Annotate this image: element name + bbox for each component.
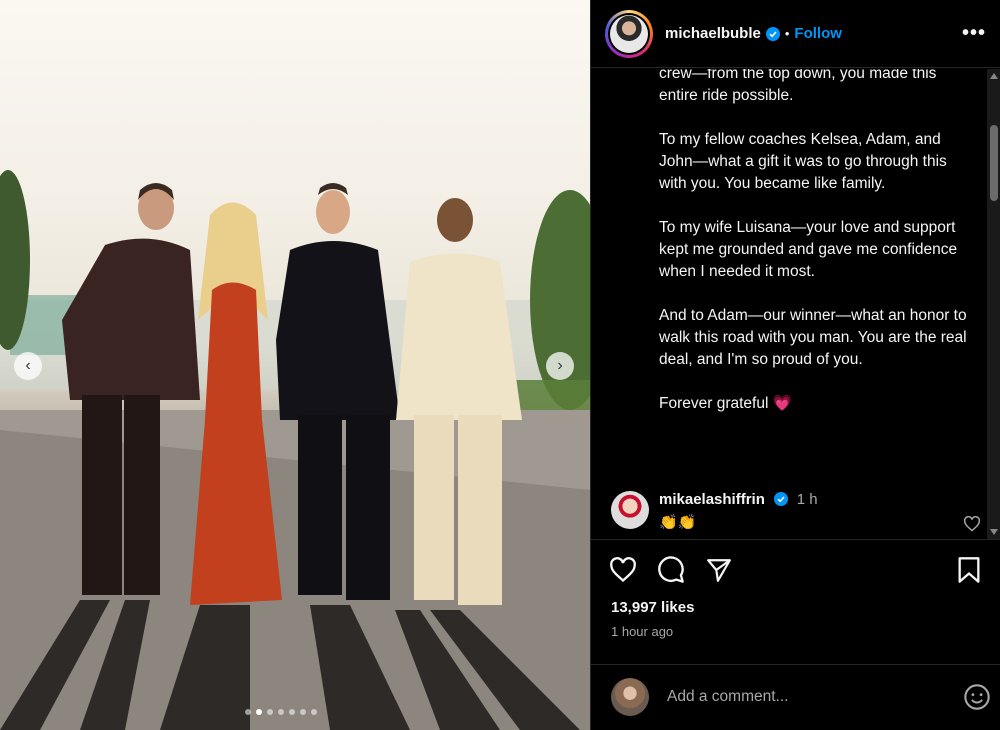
pink-heart-emoji: 💗 bbox=[772, 395, 793, 412]
likes-count[interactable]: 13,997 likes bbox=[611, 599, 694, 616]
comment-icon[interactable] bbox=[657, 556, 685, 584]
photo-scene bbox=[0, 170, 590, 730]
post-header: michaelbuble • Follow ••• bbox=[591, 0, 1000, 68]
save-button[interactable] bbox=[957, 556, 981, 589]
carousel-dot bbox=[300, 709, 306, 715]
carousel-next-button[interactable]: › bbox=[546, 352, 574, 380]
divider bbox=[591, 539, 1000, 540]
scroll-up-arrow[interactable] bbox=[990, 73, 998, 79]
follow-button[interactable]: Follow bbox=[794, 25, 842, 42]
comment-text: 👏👏 bbox=[659, 514, 697, 531]
current-user-avatar bbox=[611, 678, 649, 716]
caption-closing-text: Forever grateful bbox=[659, 395, 769, 412]
caption-scrollbar[interactable] bbox=[987, 69, 1000, 539]
bookmark-icon[interactable] bbox=[957, 556, 981, 584]
carousel-dot bbox=[311, 709, 317, 715]
caption-paragraph: And to Adam—our winner—what an honor to … bbox=[659, 307, 967, 368]
comment-heart-icon[interactable] bbox=[963, 516, 981, 532]
comment-username[interactable]: mikaelashiffrin bbox=[659, 491, 765, 508]
author-username[interactable]: michaelbuble bbox=[665, 25, 761, 42]
post-time[interactable]: 1 hour ago bbox=[611, 624, 673, 639]
more-options-icon[interactable]: ••• bbox=[962, 22, 986, 45]
verified-badge-icon bbox=[765, 26, 780, 41]
post-photo: ‹ › bbox=[0, 0, 590, 730]
scroll-down-arrow[interactable] bbox=[990, 529, 998, 535]
caption-text: crew—from the top down, you made this en… bbox=[659, 69, 969, 437]
chevron-left-icon: ‹ bbox=[25, 357, 31, 374]
divider bbox=[591, 664, 1000, 665]
add-comment-input[interactable] bbox=[667, 688, 927, 706]
share-icon[interactable] bbox=[705, 557, 733, 583]
caption-final-line: Forever grateful 💗 bbox=[659, 393, 969, 415]
comment-avatar[interactable] bbox=[611, 491, 649, 529]
header-separator: • bbox=[784, 26, 790, 41]
chevron-right-icon: › bbox=[557, 357, 563, 374]
post-side-panel: michaelbuble • Follow ••• crew—from the … bbox=[590, 0, 1000, 730]
carousel-dot-active bbox=[256, 709, 262, 715]
carousel-dot bbox=[267, 709, 273, 715]
emoji-icon[interactable] bbox=[963, 683, 991, 711]
comment-item: mikaelashiffrin 1 h 👏👏 bbox=[611, 491, 981, 532]
caption-area: crew—from the top down, you made this en… bbox=[591, 69, 987, 539]
carousel-dot bbox=[289, 709, 295, 715]
scroll-thumb[interactable] bbox=[990, 125, 998, 201]
verified-badge-icon bbox=[774, 492, 789, 506]
carousel-dot bbox=[245, 709, 251, 715]
caption-paragraph: To my fellow coaches Kelsea, Adam, and J… bbox=[659, 131, 947, 192]
post-actions bbox=[609, 556, 733, 584]
comment-time: 1 h bbox=[796, 491, 818, 508]
add-comment-row bbox=[611, 678, 991, 716]
caption-paragraph: crew—from the top down, you made this en… bbox=[659, 69, 937, 104]
author-avatar[interactable] bbox=[605, 9, 653, 58]
caption-paragraph: To my wife Luisana—your love and support… bbox=[659, 219, 958, 280]
carousel-indicator bbox=[245, 709, 317, 715]
carousel-dot bbox=[278, 709, 284, 715]
heart-icon[interactable] bbox=[609, 557, 637, 583]
carousel-prev-button[interactable]: ‹ bbox=[14, 352, 42, 380]
